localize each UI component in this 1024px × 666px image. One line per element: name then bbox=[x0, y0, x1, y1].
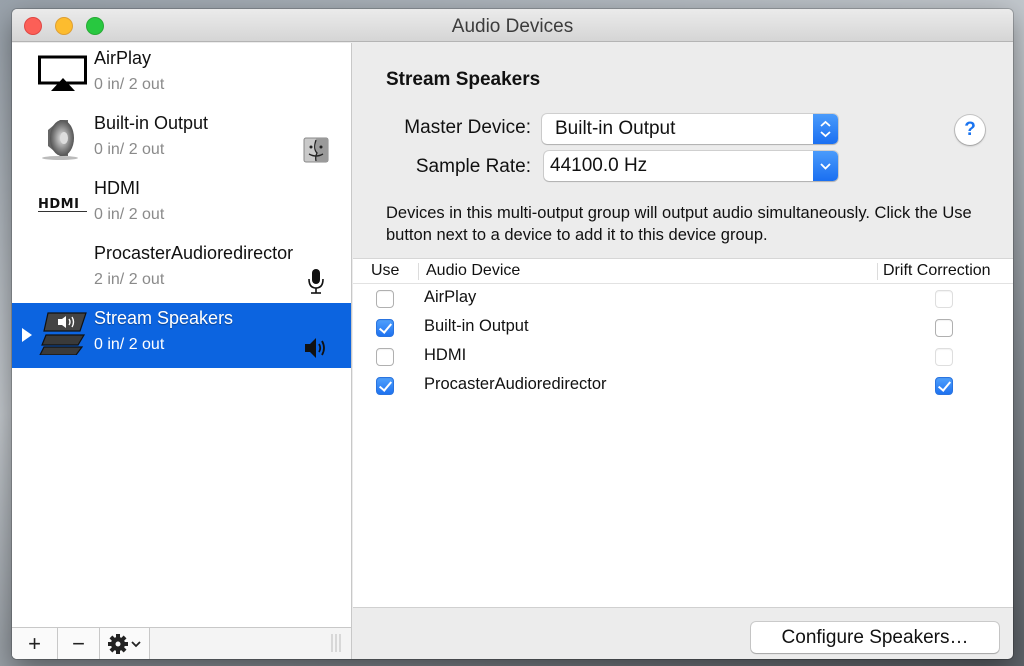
hdmi-icon: HDMI bbox=[38, 197, 87, 212]
table-row: ProcasterAudioredirector bbox=[353, 371, 1013, 400]
sidebar-footer: + − bbox=[12, 627, 351, 659]
gear-icon bbox=[107, 633, 141, 654]
popup-arrows-icon bbox=[813, 114, 838, 144]
device-io: 0 in/ 2 out bbox=[94, 206, 165, 223]
master-device-label: Master Device: bbox=[404, 117, 531, 138]
use-checkbox[interactable] bbox=[376, 377, 394, 395]
description-text: Devices in this multi-output group will … bbox=[386, 204, 972, 244]
device-item-hdmi[interactable]: HDMI HDMI 0 in/ 2 out bbox=[12, 173, 351, 238]
device-sidebar: AirPlay 0 in/ 2 out Built-in Output 0 in… bbox=[12, 43, 352, 659]
column-separator bbox=[418, 263, 419, 280]
audio-device-name: AirPlay bbox=[424, 288, 477, 306]
volume-icon bbox=[305, 338, 325, 358]
title-bar: Audio Devices bbox=[12, 9, 1013, 42]
configure-speakers-button[interactable]: Configure Speakers… bbox=[751, 622, 999, 653]
audio-device-name: HDMI bbox=[424, 346, 467, 364]
table-header: Use Audio Device Drift Correction bbox=[353, 259, 1013, 284]
device-item-airplay[interactable]: AirPlay 0 in/ 2 out bbox=[12, 43, 351, 108]
device-name: Built-in Output bbox=[94, 113, 209, 133]
svg-text:HDMI: HDMI bbox=[38, 197, 79, 212]
device-io: 0 in/ 2 out bbox=[94, 141, 165, 158]
sample-rate-value: 44100.0 Hz bbox=[550, 155, 648, 176]
help-button[interactable]: ? bbox=[955, 115, 985, 145]
group-title: Stream Speakers bbox=[386, 69, 541, 90]
device-name: HDMI bbox=[94, 178, 140, 198]
drift-correction-checkbox bbox=[935, 348, 953, 366]
sample-rate-label: Sample Rate: bbox=[415, 156, 531, 177]
drift-correction-checkbox[interactable] bbox=[935, 377, 953, 395]
device-table: Use Audio Device Drift Correction AirPla… bbox=[353, 258, 1013, 608]
table-row: HDMI bbox=[353, 342, 1013, 371]
column-header-use[interactable]: Use bbox=[371, 262, 399, 280]
add-device-button[interactable]: + bbox=[12, 628, 58, 659]
airplay-icon bbox=[38, 55, 87, 91]
chevron-down-icon[interactable] bbox=[813, 151, 838, 181]
audio-device-name: Built-in Output bbox=[424, 317, 529, 335]
resize-grip-icon[interactable] bbox=[331, 634, 341, 652]
drift-correction-checkbox[interactable] bbox=[935, 319, 953, 337]
device-item-stream-speakers[interactable]: Stream Speakers 0 in/ 2 out bbox=[12, 303, 351, 368]
master-device-value: Built-in Output bbox=[555, 118, 676, 139]
device-io: 2 in/ 2 out bbox=[94, 271, 165, 288]
use-checkbox[interactable] bbox=[376, 348, 394, 366]
device-detail-pane: Stream Speakers Master Device: Built-in … bbox=[353, 43, 1013, 659]
speaker-icon bbox=[42, 120, 78, 160]
device-item-procaster[interactable]: ProcasterAudioredirector 2 in/ 2 out bbox=[12, 238, 351, 303]
sample-rate-combo[interactable]: 44100.0 Hz bbox=[544, 151, 838, 181]
table-row: AirPlay bbox=[353, 284, 1013, 313]
drift-correction-checkbox bbox=[935, 290, 953, 308]
remove-device-button[interactable]: − bbox=[58, 628, 100, 659]
audio-device-name: ProcasterAudioredirector bbox=[424, 375, 607, 393]
window-title: Audio Devices bbox=[451, 16, 574, 37]
column-separator bbox=[877, 263, 878, 280]
device-name: ProcasterAudioredirector bbox=[94, 243, 294, 263]
device-io: 0 in/ 2 out bbox=[94, 336, 165, 353]
device-list: AirPlay 0 in/ 2 out Built-in Output 0 in… bbox=[12, 43, 351, 627]
use-checkbox[interactable] bbox=[376, 319, 394, 337]
device-io: 0 in/ 2 out bbox=[94, 76, 165, 93]
disclosure-triangle-icon[interactable] bbox=[22, 328, 32, 342]
column-header-audio-device[interactable]: Audio Device bbox=[426, 262, 520, 280]
device-name: AirPlay bbox=[94, 48, 152, 68]
multi-output-icon bbox=[39, 312, 87, 355]
microphone-icon bbox=[308, 269, 324, 294]
finder-icon bbox=[303, 137, 329, 163]
audio-devices-window: Audio Devices AirPlay 0 in/ 2 out Built-… bbox=[12, 9, 1013, 659]
action-menu-button[interactable] bbox=[100, 628, 150, 659]
master-device-popup[interactable]: Built-in Output bbox=[542, 114, 838, 144]
table-row: Built-in Output bbox=[353, 313, 1013, 342]
device-item-built-in-output[interactable]: Built-in Output 0 in/ 2 out bbox=[12, 108, 351, 173]
use-checkbox[interactable] bbox=[376, 290, 394, 308]
column-header-drift-correction[interactable]: Drift Correction bbox=[883, 262, 991, 280]
chevron-down-icon bbox=[130, 640, 141, 647]
device-name: Stream Speakers bbox=[94, 308, 234, 328]
